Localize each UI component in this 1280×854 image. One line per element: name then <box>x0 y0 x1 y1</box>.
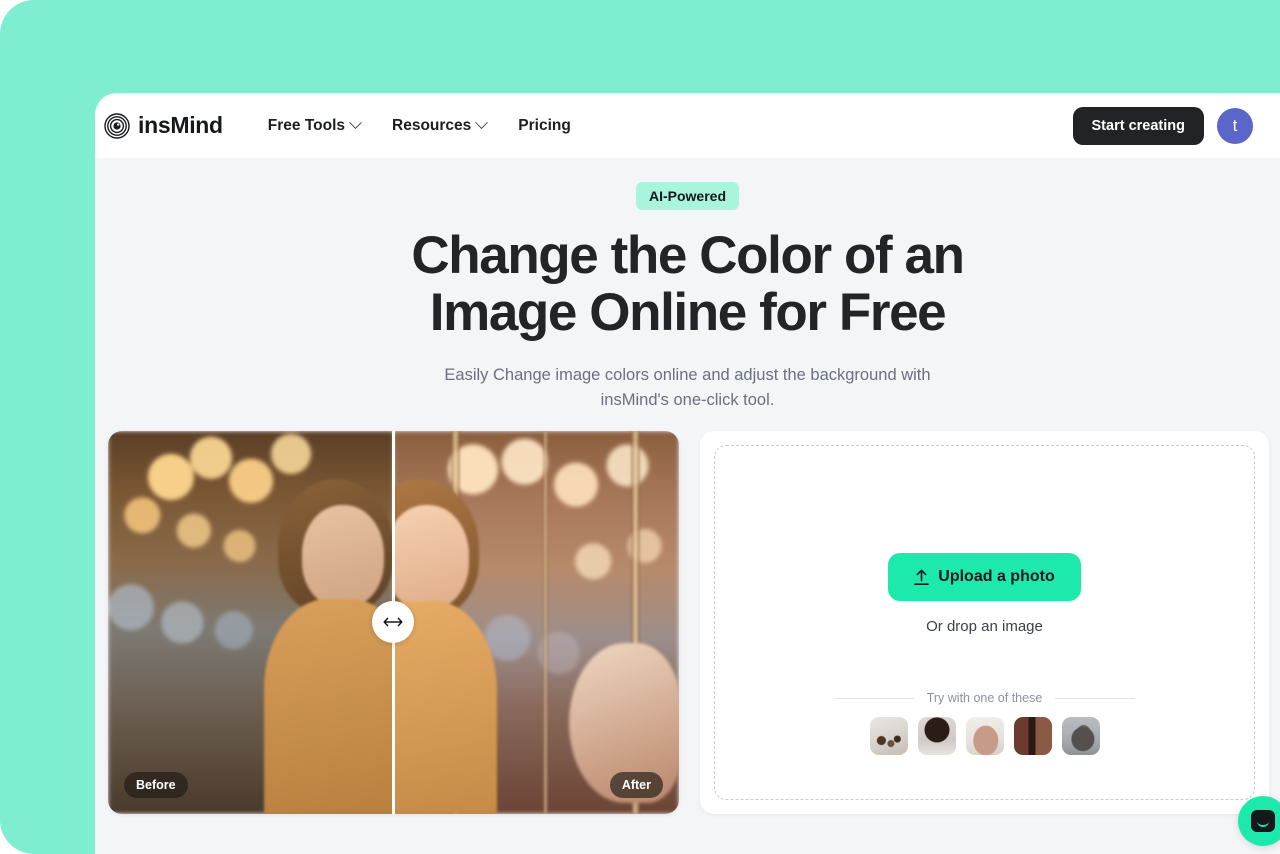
try-label: Try with one of these <box>926 691 1043 705</box>
start-creating-button[interactable]: Start creating <box>1072 106 1204 145</box>
upload-photo-label: Upload a photo <box>938 568 1055 585</box>
girl-figure-after <box>393 479 497 814</box>
app-window: insMind Free Tools Resources Pricing Sta… <box>95 93 1280 854</box>
before-image <box>108 431 394 814</box>
sample-thumb-cat[interactable] <box>1061 717 1100 755</box>
brand-name: insMind <box>138 112 223 138</box>
girl-figure-before <box>258 479 394 814</box>
dropzone[interactable]: Upload a photo Or drop an image Try with… <box>714 445 1255 800</box>
upload-photo-button[interactable]: Upload a photo <box>888 553 1081 601</box>
divider-rule-right <box>1055 697 1135 699</box>
content-row: Before After Upload a photo Or drop an i… <box>108 431 1280 814</box>
status-badge: AI-Powered <box>635 182 739 210</box>
sample-thumbnails <box>869 717 1100 755</box>
page-title-line2: Image Online for Free <box>429 283 947 343</box>
upload-arrow-icon <box>914 569 930 585</box>
try-divider: Try with one of these <box>834 691 1135 705</box>
page-title: Change the Color of an Image Online for … <box>95 227 1280 341</box>
upload-card: Upload a photo Or drop an image Try with… <box>700 431 1269 814</box>
before-label: Before <box>124 772 188 798</box>
nav-item-resources[interactable]: Resources <box>392 116 489 135</box>
after-image <box>393 431 679 814</box>
hero-section: AI-Powered Change the Color of an Image … <box>95 158 1280 413</box>
before-after-comparison[interactable]: Before After <box>108 431 679 814</box>
chat-widget-button[interactable] <box>1238 796 1280 846</box>
main-nav: Free Tools Resources Pricing <box>267 116 571 135</box>
chevron-down-icon <box>475 116 489 130</box>
hero-subtitle: Easily Change image colors online and ad… <box>444 366 931 410</box>
brand-logo[interactable]: insMind <box>104 112 223 139</box>
concentric-rings-logo-icon <box>104 112 130 139</box>
sample-thumb-woman-portrait[interactable] <box>917 717 956 755</box>
sample-thumb-handbag[interactable] <box>965 717 1004 755</box>
chevron-down-icon <box>349 116 362 130</box>
sample-thumb-cosmetics-bottles[interactable] <box>869 717 908 755</box>
header-right-group: Start creating t <box>1072 106 1253 145</box>
after-label: After <box>609 772 663 798</box>
nav-item-pricing[interactable]: Pricing <box>518 117 571 135</box>
carousel-rope <box>543 431 548 814</box>
nav-label: Free Tools <box>267 116 346 134</box>
horizontal-resize-arrows-icon <box>383 617 403 627</box>
comparison-slider-handle[interactable] <box>372 601 414 643</box>
sample-thumb-dark-product-shot[interactable] <box>1013 717 1052 755</box>
site-header: insMind Free Tools Resources Pricing Sta… <box>95 93 1280 158</box>
chat-smiley-icon <box>1251 810 1275 832</box>
drop-hint: Or drop an image <box>926 618 1043 635</box>
nav-item-free-tools[interactable]: Free Tools <box>267 116 362 135</box>
nav-label: Resources <box>392 116 472 134</box>
page-title-line1: Change the Color of an <box>411 226 965 285</box>
nav-label: Pricing <box>518 116 571 134</box>
divider-rule-left <box>834 697 914 699</box>
avatar[interactable]: t <box>1217 107 1253 144</box>
